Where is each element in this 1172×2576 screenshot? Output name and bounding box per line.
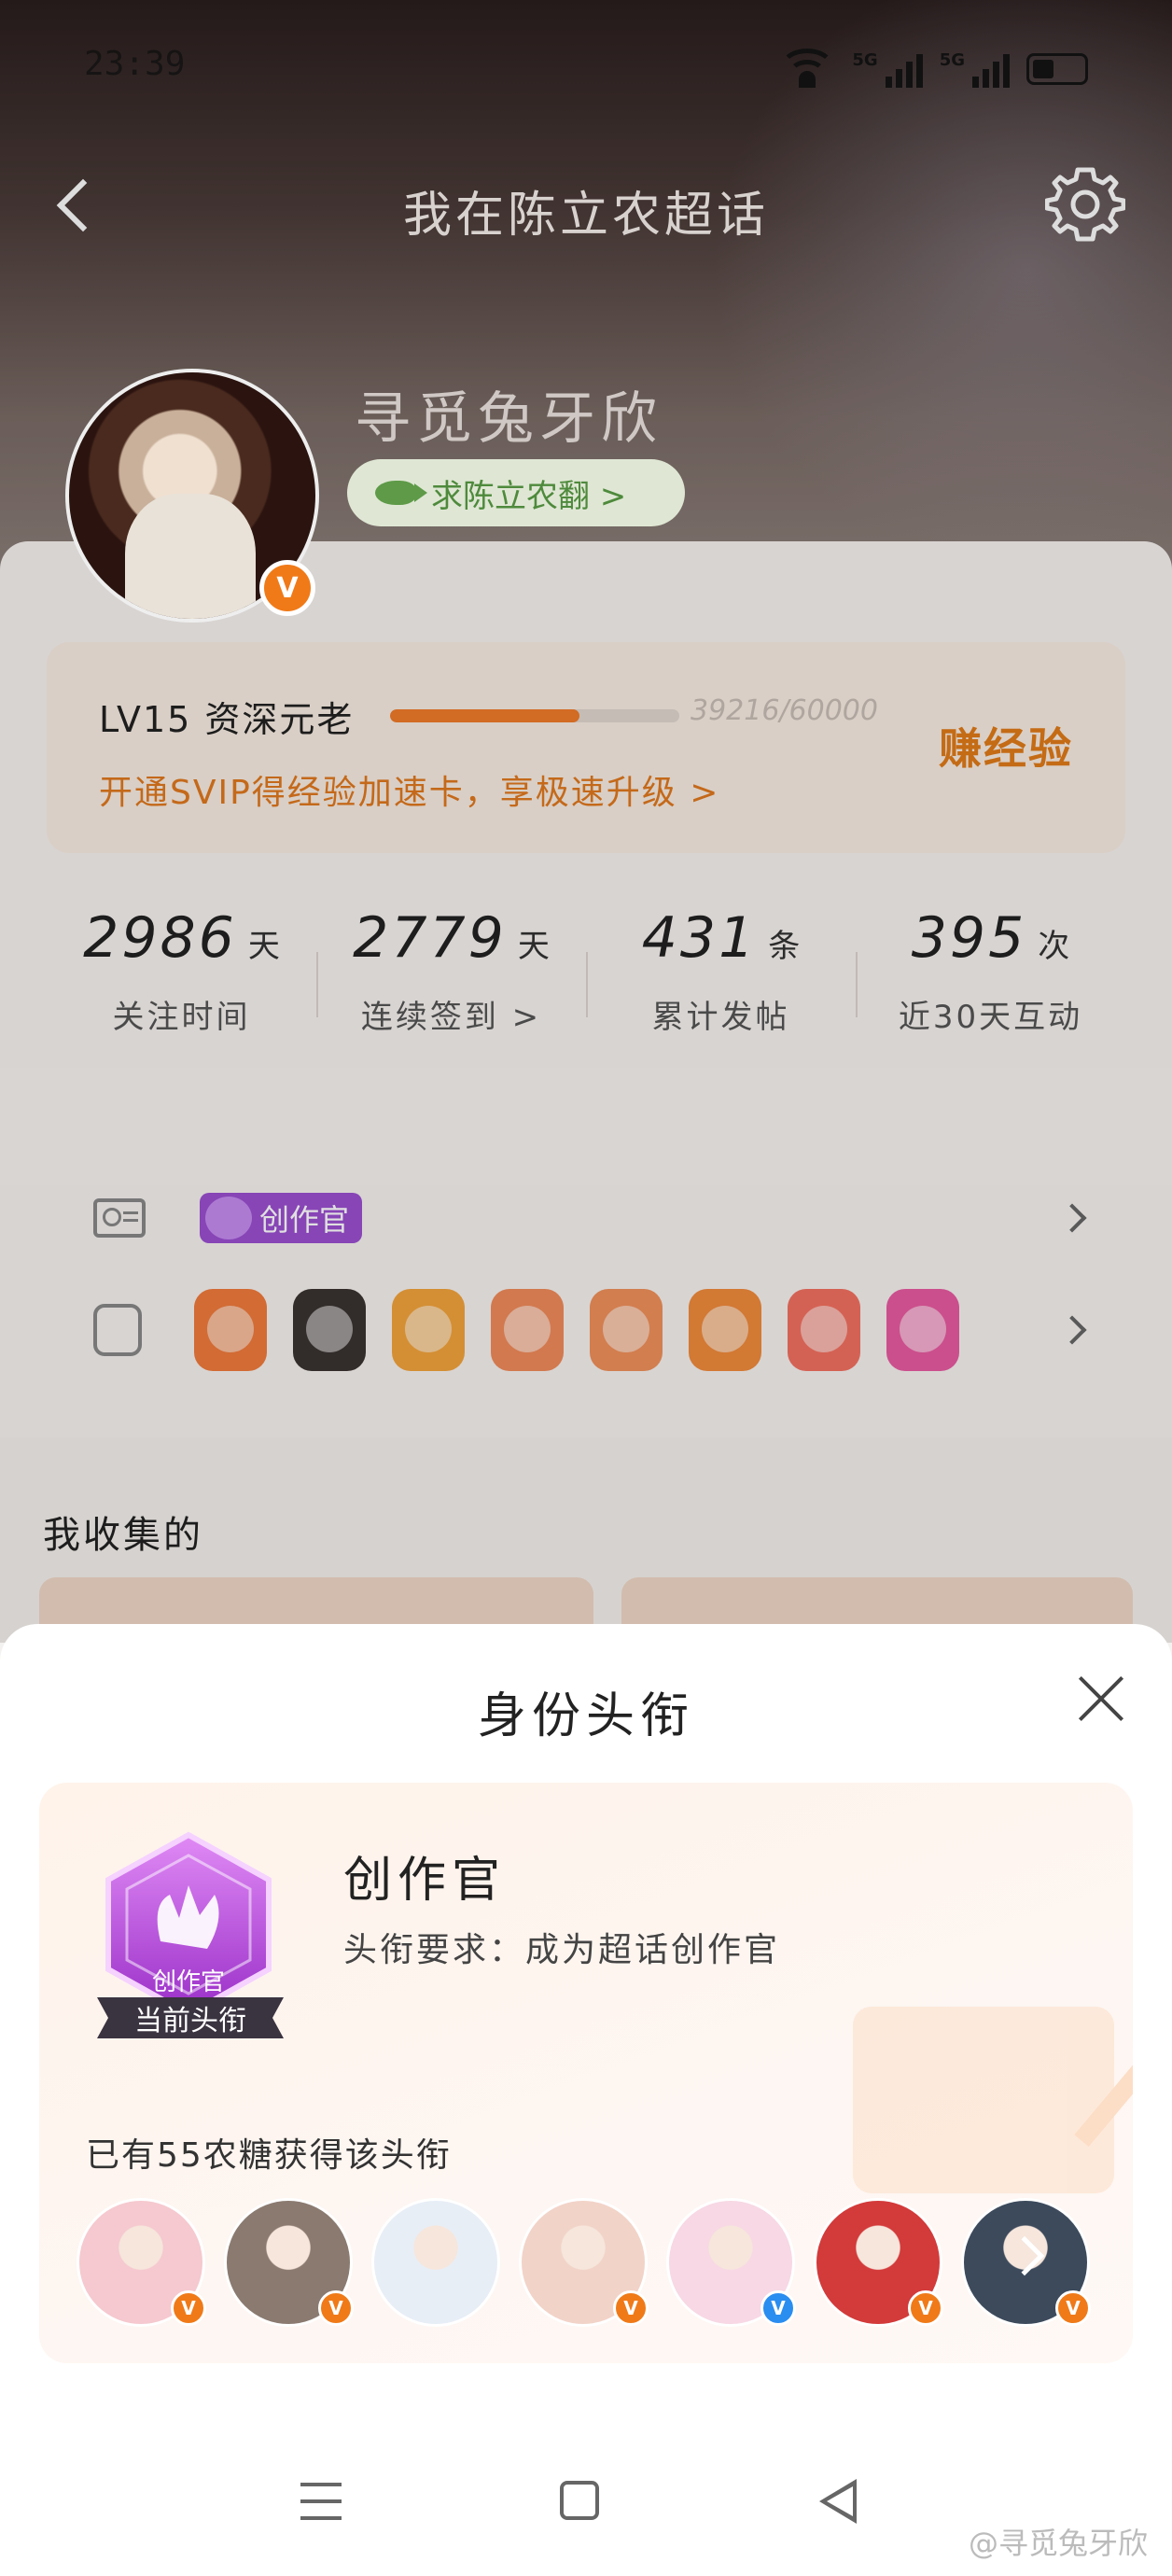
verified-badge: V: [613, 2290, 649, 2326]
fish-icon: [375, 481, 427, 505]
badge-caption: 创作官: [152, 1968, 225, 1996]
home-icon[interactable]: [560, 2481, 599, 2520]
title-requirement: 头衔要求：成为超话创作官: [343, 1931, 781, 1969]
verified-badge: V: [908, 2290, 943, 2326]
sheet-title: 身份头衔: [477, 1688, 694, 1744]
signal-icon: 5G: [852, 50, 923, 88]
close-button[interactable]: [1073, 1671, 1129, 1727]
watermark: @寻觅兔牙欣: [968, 2526, 1148, 2561]
page-title: 我在陈立农超话: [402, 188, 769, 244]
title-detail-card: 创作官 当前头衔 创作官 头衔要求：成为超话创作官 已有55农糖获得该头衔 V V…: [39, 1783, 1133, 2363]
signal-icon: 5G: [940, 50, 1010, 88]
owner-avatar[interactable]: V: [814, 2198, 943, 2327]
gear-icon: [1044, 167, 1126, 242]
decorative-note-icon: [853, 2007, 1114, 2193]
battery-icon: [1026, 53, 1088, 85]
owners-count-text: 已有55农糖获得该头衔: [86, 2136, 452, 2175]
top-navigation-bar: 我在陈立农超话: [0, 159, 1172, 252]
owner-avatar[interactable]: V: [519, 2198, 649, 2327]
status-bar: 23:39 5G 5G: [84, 45, 1088, 90]
menu-icon[interactable]: [300, 2483, 342, 2520]
identity-title-sheet: 身份头衔 创作官 当前头衔 创作官 头衔要求：成为超话创作官 已有55农糖获得该…: [0, 1624, 1172, 2576]
owner-avatar[interactable]: V: [224, 2198, 354, 2327]
wifi-icon: [779, 49, 836, 90]
owner-avatar-list: VVVVVV: [77, 2198, 1091, 2327]
owner-avatar[interactable]: [371, 2198, 500, 2327]
follow-chip-label: 求陈立农翻 >: [431, 477, 627, 515]
owner-avatar[interactable]: V: [666, 2198, 796, 2327]
status-time: 23:39: [84, 45, 186, 83]
chevron-right-icon[interactable]: [1004, 2235, 1045, 2276]
profile-username: 寻觅兔牙欣: [355, 386, 663, 452]
current-title-ribbon: 当前头衔: [97, 1997, 284, 2038]
owner-avatar[interactable]: V: [77, 2198, 206, 2327]
settings-button[interactable]: [1044, 164, 1126, 245]
verified-badge: V: [171, 2290, 206, 2326]
verified-badge: V: [318, 2290, 354, 2326]
verified-badge: V: [1055, 2290, 1091, 2326]
verified-badge: V: [760, 2290, 796, 2326]
verified-badge: V: [259, 560, 315, 616]
creator-badge-icon: 创作官: [105, 1831, 272, 2016]
back-triangle-icon[interactable]: [819, 2479, 857, 2524]
title-name: 创作官: [343, 1853, 507, 1909]
owner-avatar[interactable]: V: [961, 2198, 1091, 2327]
follow-chip[interactable]: 求陈立农翻 >: [347, 459, 685, 526]
